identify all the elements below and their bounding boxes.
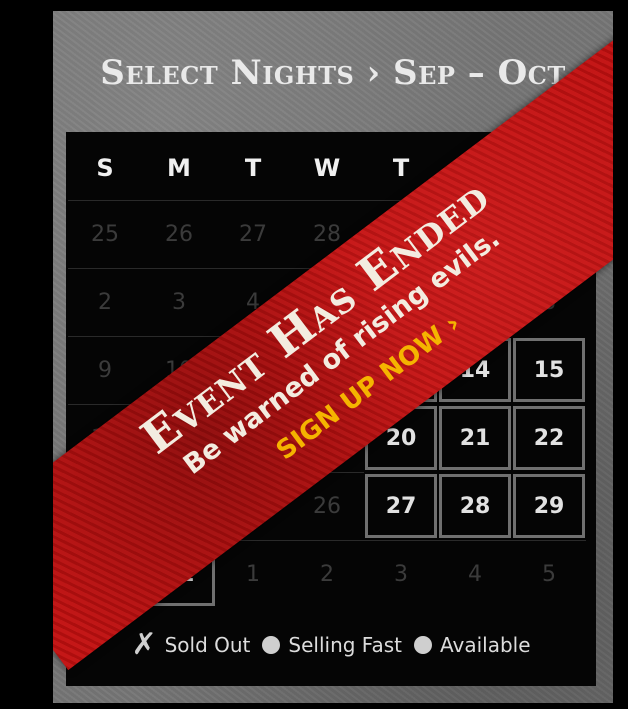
calendar-day-unavailable: 25 bbox=[68, 200, 142, 268]
calendar-day-unavailable: 3 bbox=[364, 540, 438, 608]
legend-sold-out: ✗ Sold Out bbox=[131, 627, 250, 662]
weekday-header: T bbox=[244, 154, 262, 182]
legend-available-label: Available bbox=[440, 632, 531, 657]
calendar-day-unavailable: 26 bbox=[142, 200, 216, 268]
calendar-day-available[interactable]: 27 bbox=[365, 474, 437, 538]
weekday-header: M bbox=[167, 154, 191, 182]
calendar-day-available[interactable]: 22 bbox=[513, 406, 585, 470]
calendar-day-unavailable: 5 bbox=[512, 540, 586, 608]
calendar-day-unavailable: 2 bbox=[290, 540, 364, 608]
calendar-day-available[interactable]: 21 bbox=[439, 406, 511, 470]
legend-sold-out-label: Sold Out bbox=[164, 632, 251, 657]
calendar-day-unavailable: 4 bbox=[438, 540, 512, 608]
legend-available: Available bbox=[414, 633, 531, 657]
legend-selling-fast-label: Selling Fast bbox=[288, 632, 402, 657]
weekday-header: W bbox=[313, 154, 341, 182]
calendar-day-unavailable: 2 bbox=[68, 268, 142, 336]
calendar-day-available[interactable]: 29 bbox=[513, 474, 585, 538]
calendar-day-unavailable: 27 bbox=[216, 200, 290, 268]
booking-panel: Select Nights › Sep – Oct ✗ Sold Out Sel… bbox=[53, 11, 613, 703]
dot-icon bbox=[262, 635, 281, 654]
calendar-day-available[interactable]: 15 bbox=[513, 338, 585, 402]
x-icon: ✗ bbox=[131, 627, 157, 662]
dot-icon bbox=[414, 635, 432, 654]
weekday-header: T bbox=[392, 154, 410, 182]
calendar-day-unavailable: 3 bbox=[142, 268, 216, 336]
calendar-day-available[interactable]: 28 bbox=[439, 474, 511, 538]
calendar-day-unavailable: 9 bbox=[68, 336, 142, 404]
weekday-header: S bbox=[96, 154, 114, 182]
legend-selling-fast: Selling Fast bbox=[262, 633, 402, 657]
legend: ✗ Sold Out Selling Fast Available bbox=[66, 627, 596, 662]
panel-title: Select Nights › Sep – Oct bbox=[100, 53, 566, 93]
